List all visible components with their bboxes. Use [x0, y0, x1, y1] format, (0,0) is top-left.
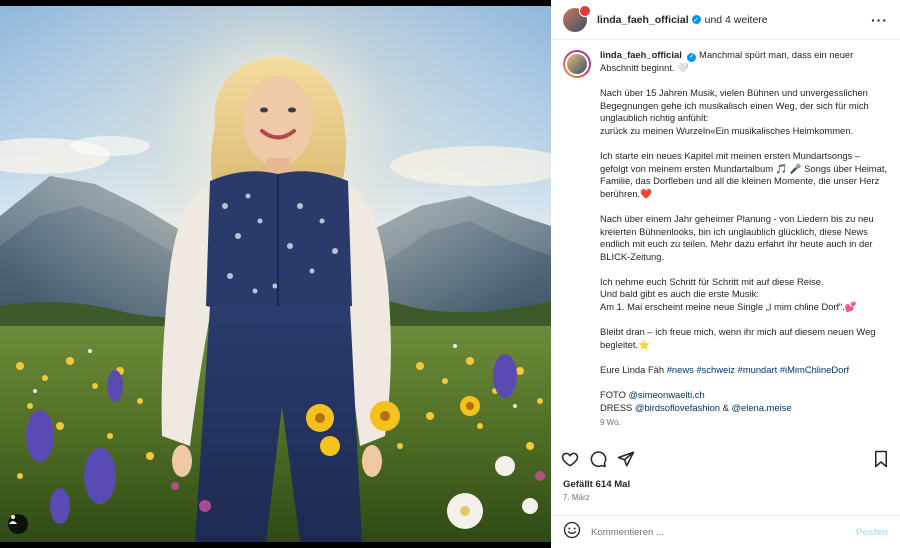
caption-username[interactable]: linda_faeh_official — [600, 49, 682, 60]
emoji-icon[interactable] — [563, 521, 581, 544]
caption-line: zurück zu meinen Wurzeln«Ein musikalisch… — [600, 124, 854, 136]
caption-avatar[interactable] — [563, 50, 591, 78]
comment-bar: Posten — [551, 515, 900, 548]
mention-link[interactable]: @birdsoflovefashion — [635, 402, 720, 413]
credit-foto: FOTO @simeonwaelti.ch — [600, 389, 888, 402]
post-photo-illustration — [0, 6, 551, 542]
caption-line: Nach über einem Jahr geheimer Planung - … — [600, 212, 874, 262]
signoff-text: Eure Linda Fäh — [600, 364, 665, 376]
hashtag-link[interactable]: #news — [667, 364, 694, 375]
hashtag-link[interactable]: #mundart — [738, 364, 778, 375]
caption-line: Und bald gibt es auch die erste Musik: — [600, 288, 759, 300]
caption-row: linda_faeh_official ✓ Manchmal spürt man… — [563, 49, 888, 430]
comment-input[interactable] — [591, 526, 856, 538]
post-image[interactable] — [0, 6, 551, 542]
post-comment-button[interactable]: Posten — [856, 527, 888, 538]
heart-icon[interactable] — [561, 450, 579, 468]
author-username[interactable]: linda_faeh_official — [597, 14, 689, 26]
likes-count[interactable]: Gefällt 614 Mal — [563, 479, 630, 490]
comment-icon[interactable] — [589, 450, 607, 468]
more-horizontal-icon[interactable]: ··· — [871, 12, 888, 28]
comments-area: linda_faeh_official ✓ Manchmal spürt man… — [551, 41, 900, 441]
post-header: linda_faeh_official ✓ und 4 weitere ··· — [551, 0, 900, 40]
credit-dress: DRESS @birdsoflovefashion & @elena.meise — [600, 402, 888, 415]
caption-line: Bleibt dran – ich freue mich, wenn ihr m… — [600, 326, 876, 350]
ampersand-text: & — [722, 401, 729, 413]
verified-badge-icon: ✓ — [687, 52, 697, 62]
bookmark-icon[interactable] — [872, 450, 890, 468]
post-side-panel: linda_faeh_official ✓ und 4 weitere ··· … — [551, 0, 900, 548]
credit-label: DRESS — [600, 401, 633, 413]
collaborators-link[interactable]: und 4 weitere — [705, 14, 768, 26]
user-tag-icon[interactable] — [8, 514, 28, 534]
caption-signoff: Eure Linda Fäh #news #schweiz #mundart #… — [600, 364, 888, 377]
post-date: 7. März — [563, 493, 590, 502]
hashtag-link[interactable]: #schweiz — [696, 364, 735, 375]
mention-link[interactable]: @elena.meise — [732, 402, 792, 413]
caption-text: linda_faeh_official ✓ Manchmal spürt man… — [600, 49, 888, 430]
author-avatar[interactable] — [563, 4, 591, 32]
mention-link[interactable]: @simeonwaelti.ch — [628, 389, 704, 400]
hashtag-link[interactable]: #iMimChlineDorf — [780, 364, 849, 375]
share-icon[interactable] — [617, 450, 635, 468]
credit-label: FOTO — [600, 389, 626, 401]
action-bar — [551, 446, 900, 472]
verified-badge-icon: ✓ — [691, 15, 701, 24]
caption-line: Nach über 15 Jahren Musik, vielen Bühnen… — [600, 86, 869, 124]
caption-line: Ich starte ein neues Kapitel mit meinen … — [600, 149, 888, 199]
caption-line: Ich nehme euch Schritt für Schritt mit a… — [600, 275, 824, 287]
caption-line: Am 1. Mai erscheint meine neue Single „I… — [600, 301, 857, 313]
caption-age[interactable]: 9 Wo. — [600, 417, 888, 430]
